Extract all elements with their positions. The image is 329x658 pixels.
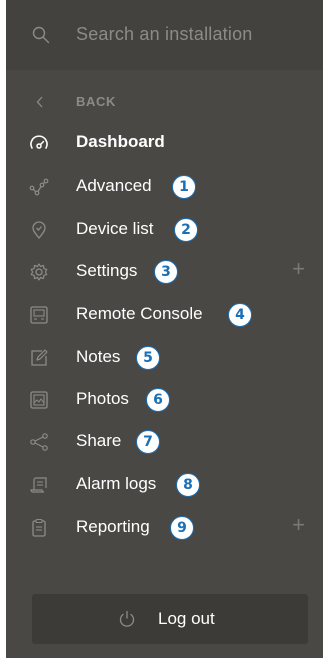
- menu-item-reporting[interactable]: Reporting 9 +: [6, 509, 323, 545]
- edit-icon: [28, 347, 50, 369]
- menu-label: Settings: [76, 261, 138, 280]
- step-badge: 6: [146, 388, 170, 412]
- graph-icon: [28, 176, 50, 198]
- menu-label: Device list: [76, 219, 154, 238]
- menu-item-dashboard[interactable]: Dashboard: [6, 124, 323, 160]
- expand-plus-icon[interactable]: +: [292, 514, 305, 536]
- menu-item-remote-console[interactable]: Remote Console 4: [6, 296, 323, 332]
- back-label: BACK: [76, 94, 116, 109]
- sidebar-panel: Search an installation BACK Dashboard Ad…: [6, 0, 323, 658]
- menu-label: Advanced: [76, 176, 152, 195]
- back-link[interactable]: BACK: [6, 88, 323, 116]
- chevron-left-icon: [36, 96, 44, 108]
- search-bar[interactable]: Search an installation: [6, 0, 323, 70]
- step-badge: 9: [170, 516, 194, 540]
- step-badge: 1: [172, 175, 196, 199]
- clipboard-icon: [28, 517, 50, 539]
- power-icon: [118, 610, 136, 628]
- gear-icon: [28, 261, 50, 283]
- menu-label: Alarm logs: [76, 474, 157, 493]
- menu-item-notes[interactable]: Notes 5: [6, 339, 323, 375]
- console-icon: [28, 304, 50, 326]
- step-badge: 5: [136, 346, 160, 370]
- menu-label: Share: [76, 431, 122, 450]
- menu-item-photos[interactable]: Photos 6: [6, 381, 323, 417]
- menu-label: Reporting: [76, 517, 150, 536]
- menu-item-device-list[interactable]: Device list 2: [6, 211, 323, 247]
- menu-label: Notes: [76, 347, 121, 366]
- step-badge: 3: [154, 260, 178, 284]
- expand-plus-icon[interactable]: +: [292, 258, 305, 280]
- alarm-log-icon: [28, 474, 50, 496]
- step-badge: 2: [174, 218, 198, 242]
- step-badge: 8: [176, 473, 200, 497]
- menu-label: Dashboard: [76, 132, 165, 151]
- photo-icon: [28, 389, 50, 411]
- menu-item-settings[interactable]: Settings 3 +: [6, 253, 323, 289]
- search-icon: [32, 26, 50, 44]
- logout-label: Log out: [158, 609, 215, 628]
- step-badge: 4: [228, 303, 252, 327]
- menu-item-share[interactable]: Share 7: [6, 423, 323, 459]
- gauge-icon: [28, 132, 50, 154]
- step-badge: 7: [136, 430, 160, 454]
- menu-item-advanced[interactable]: Advanced 1: [6, 168, 323, 204]
- menu-label: Remote Console: [76, 304, 203, 323]
- menu-label: Photos: [76, 389, 129, 408]
- share-icon: [28, 431, 50, 453]
- logout-button[interactable]: Log out: [32, 594, 308, 644]
- location-pin-icon: [28, 219, 50, 241]
- menu-item-alarm-logs[interactable]: Alarm logs 8: [6, 466, 323, 502]
- search-input[interactable]: Search an installation: [76, 24, 253, 45]
